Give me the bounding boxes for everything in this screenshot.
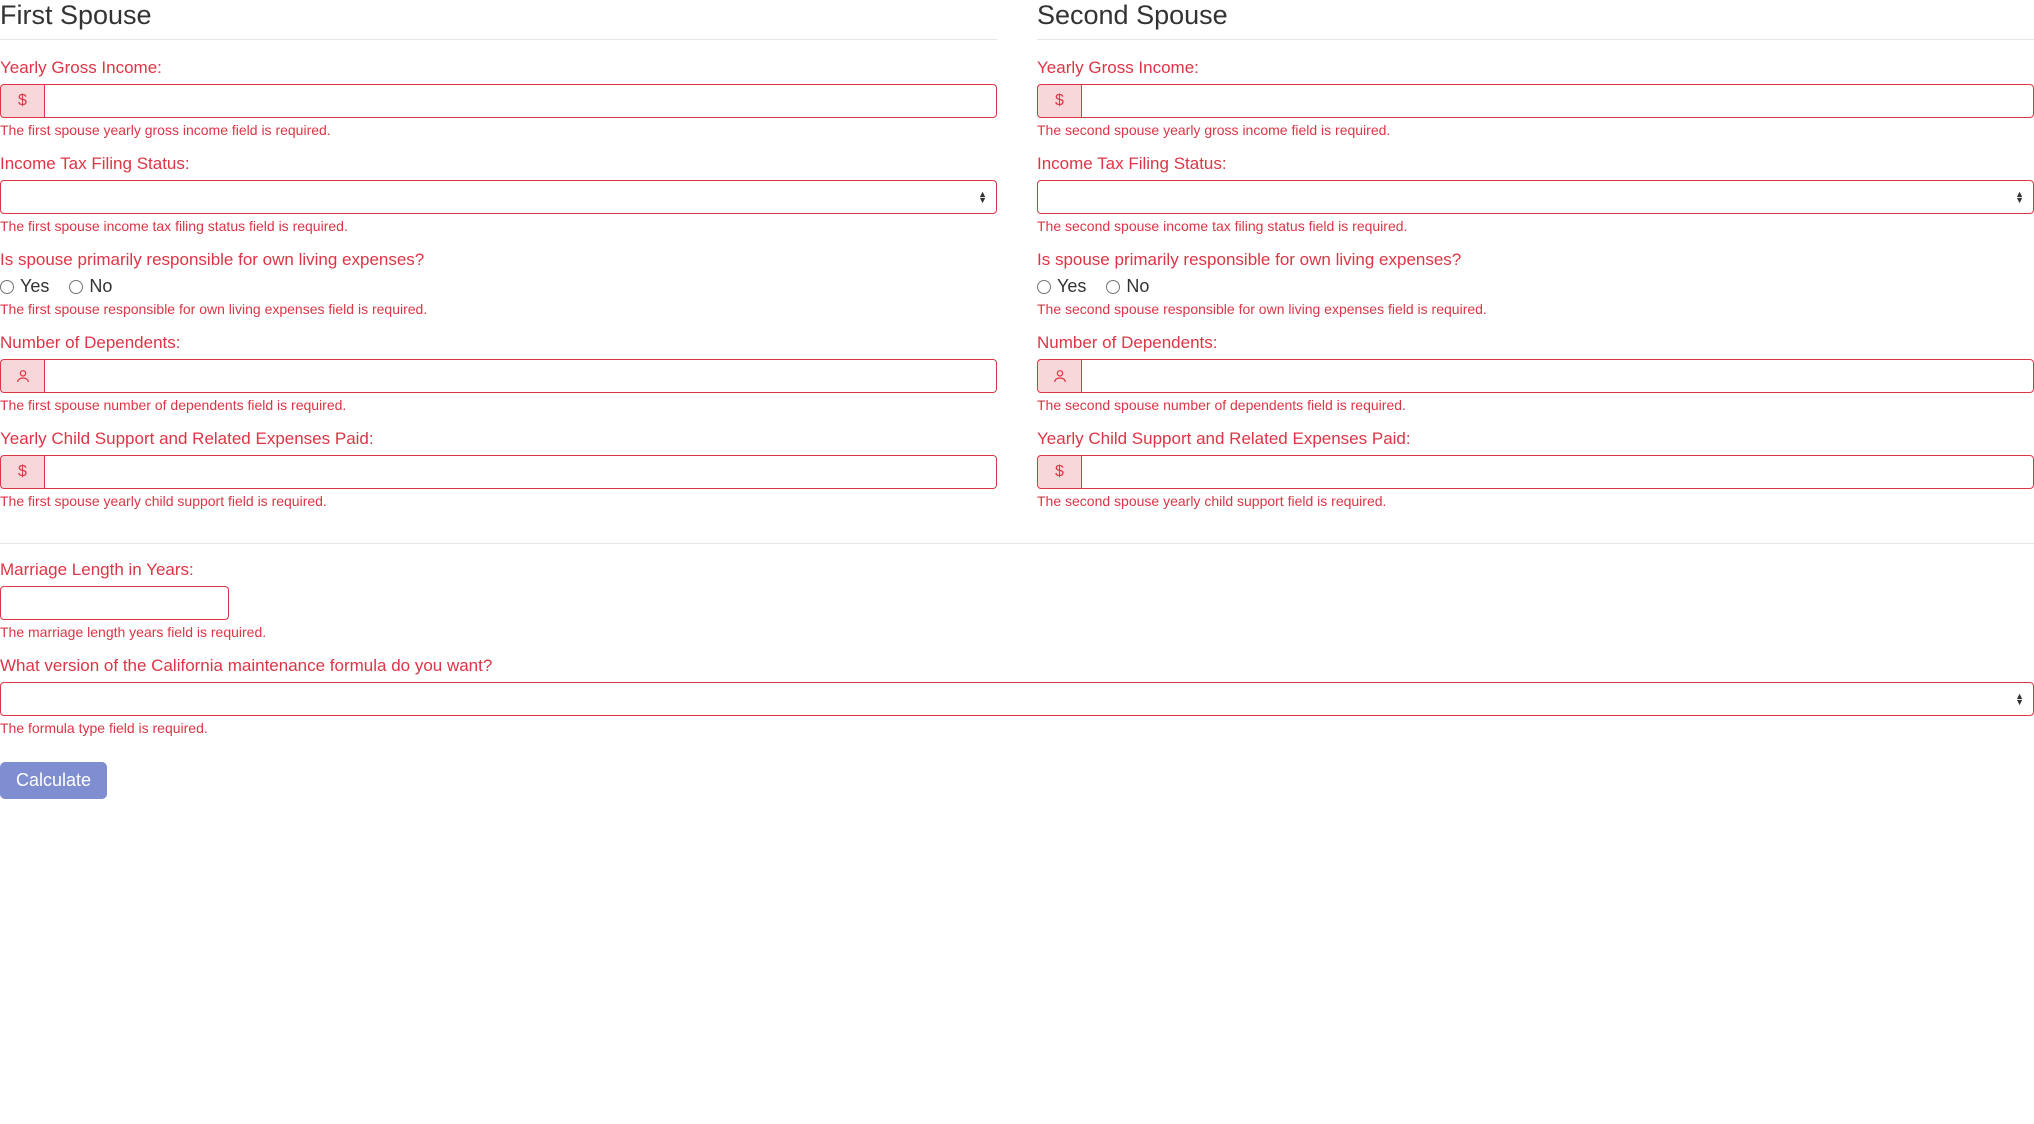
second-spouse-dependents-label: Number of Dependents: bbox=[1037, 333, 2034, 353]
first-spouse-expenses-no-option[interactable]: No bbox=[69, 276, 112, 297]
first-spouse-expenses-group: Is spouse primarily responsible for own … bbox=[0, 250, 997, 317]
first-spouse-child-support-error: The first spouse yearly child support fi… bbox=[0, 493, 997, 509]
second-spouse-child-support-error: The second spouse yearly child support f… bbox=[1037, 493, 2034, 509]
formula-type-error: The formula type field is required. bbox=[0, 720, 2034, 736]
first-spouse-column: First Spouse Yearly Gross Income: $ The … bbox=[0, 0, 997, 525]
calculate-button[interactable]: Calculate bbox=[0, 762, 107, 799]
second-spouse-expenses-error: The second spouse responsible for own li… bbox=[1037, 301, 2034, 317]
first-spouse-dependents-group: Number of Dependents: The first spouse n… bbox=[0, 333, 997, 413]
first-spouse-filing-group: Income Tax Filing Status: ▲▼ The first s… bbox=[0, 154, 997, 234]
first-spouse-filing-select[interactable] bbox=[0, 180, 997, 214]
second-spouse-column: Second Spouse Yearly Gross Income: $ The… bbox=[1037, 0, 2034, 525]
radio-label-yes: Yes bbox=[1057, 276, 1086, 297]
second-spouse-dependents-input[interactable] bbox=[1081, 359, 2034, 393]
dollar-icon: $ bbox=[1037, 455, 1081, 489]
first-spouse-income-error: The first spouse yearly gross income fie… bbox=[0, 122, 997, 138]
second-spouse-expenses-no-radio[interactable] bbox=[1106, 280, 1120, 294]
select-wrap: ▲▼ bbox=[1037, 180, 2034, 214]
divider bbox=[0, 39, 997, 40]
second-spouse-filing-group: Income Tax Filing Status: ▲▼ The second … bbox=[1037, 154, 2034, 234]
second-spouse-filing-error: The second spouse income tax filing stat… bbox=[1037, 218, 2034, 234]
second-spouse-dependents-error: The second spouse number of dependents f… bbox=[1037, 397, 2034, 413]
input-group: $ bbox=[0, 455, 997, 489]
second-spouse-income-label: Yearly Gross Income: bbox=[1037, 58, 2034, 78]
first-spouse-title: First Spouse bbox=[0, 0, 997, 31]
first-spouse-expenses-yes-radio[interactable] bbox=[0, 280, 14, 294]
second-spouse-child-support-group: Yearly Child Support and Related Expense… bbox=[1037, 429, 2034, 509]
formula-type-label: What version of the California maintenan… bbox=[0, 656, 2034, 676]
formula-type-select[interactable] bbox=[0, 682, 2034, 716]
first-spouse-child-support-label: Yearly Child Support and Related Expense… bbox=[0, 429, 997, 449]
input-group: $ bbox=[0, 84, 997, 118]
first-spouse-child-support-input[interactable] bbox=[44, 455, 997, 489]
first-spouse-expenses-no-radio[interactable] bbox=[69, 280, 83, 294]
dollar-icon: $ bbox=[0, 455, 44, 489]
second-spouse-expenses-label: Is spouse primarily responsible for own … bbox=[1037, 250, 2034, 270]
radio-label-no: No bbox=[89, 276, 112, 297]
second-spouse-filing-label: Income Tax Filing Status: bbox=[1037, 154, 2034, 174]
marriage-length-error: The marriage length years field is requi… bbox=[0, 624, 2034, 640]
first-spouse-dependents-label: Number of Dependents: bbox=[0, 333, 997, 353]
radio-label-no: No bbox=[1126, 276, 1149, 297]
input-group bbox=[0, 359, 997, 393]
input-group: $ bbox=[1037, 84, 2034, 118]
radio-label-yes: Yes bbox=[20, 276, 49, 297]
first-spouse-dependents-input[interactable] bbox=[44, 359, 997, 393]
first-spouse-expenses-label: Is spouse primarily responsible for own … bbox=[0, 250, 997, 270]
first-spouse-income-group: Yearly Gross Income: $ The first spouse … bbox=[0, 58, 997, 138]
first-spouse-expenses-radios: Yes No bbox=[0, 276, 997, 297]
dollar-icon: $ bbox=[0, 84, 44, 118]
second-spouse-income-error: The second spouse yearly gross income fi… bbox=[1037, 122, 2034, 138]
user-icon bbox=[0, 359, 44, 393]
user-icon bbox=[1037, 359, 1081, 393]
second-spouse-child-support-label: Yearly Child Support and Related Expense… bbox=[1037, 429, 2034, 449]
first-spouse-child-support-group: Yearly Child Support and Related Expense… bbox=[0, 429, 997, 509]
second-spouse-expenses-yes-option[interactable]: Yes bbox=[1037, 276, 1086, 297]
second-spouse-expenses-radios: Yes No bbox=[1037, 276, 2034, 297]
second-spouse-expenses-no-option[interactable]: No bbox=[1106, 276, 1149, 297]
marriage-length-group: Marriage Length in Years: The marriage l… bbox=[0, 560, 2034, 640]
dollar-icon: $ bbox=[1037, 84, 1081, 118]
formula-type-group: What version of the California maintenan… bbox=[0, 656, 2034, 736]
bottom-section: Marriage Length in Years: The marriage l… bbox=[0, 543, 2034, 799]
second-spouse-income-group: Yearly Gross Income: $ The second spouse… bbox=[1037, 58, 2034, 138]
second-spouse-dependents-group: Number of Dependents: The second spouse … bbox=[1037, 333, 2034, 413]
input-group: $ bbox=[1037, 455, 2034, 489]
first-spouse-income-label: Yearly Gross Income: bbox=[0, 58, 997, 78]
select-wrap: ▲▼ bbox=[0, 180, 997, 214]
first-spouse-filing-error: The first spouse income tax filing statu… bbox=[0, 218, 997, 234]
select-wrap: ▲▼ bbox=[0, 682, 2034, 716]
marriage-length-input[interactable] bbox=[0, 586, 229, 620]
divider bbox=[0, 543, 2034, 544]
second-spouse-expenses-group: Is spouse primarily responsible for own … bbox=[1037, 250, 2034, 317]
first-spouse-expenses-error: The first spouse responsible for own liv… bbox=[0, 301, 997, 317]
second-spouse-child-support-input[interactable] bbox=[1081, 455, 2034, 489]
first-spouse-expenses-yes-option[interactable]: Yes bbox=[0, 276, 49, 297]
first-spouse-filing-label: Income Tax Filing Status: bbox=[0, 154, 997, 174]
second-spouse-income-input[interactable] bbox=[1081, 84, 2034, 118]
first-spouse-dependents-error: The first spouse number of dependents fi… bbox=[0, 397, 997, 413]
second-spouse-title: Second Spouse bbox=[1037, 0, 2034, 31]
divider bbox=[1037, 39, 2034, 40]
second-spouse-expenses-yes-radio[interactable] bbox=[1037, 280, 1051, 294]
input-group bbox=[1037, 359, 2034, 393]
marriage-length-label: Marriage Length in Years: bbox=[0, 560, 2034, 580]
second-spouse-filing-select[interactable] bbox=[1037, 180, 2034, 214]
first-spouse-income-input[interactable] bbox=[44, 84, 997, 118]
